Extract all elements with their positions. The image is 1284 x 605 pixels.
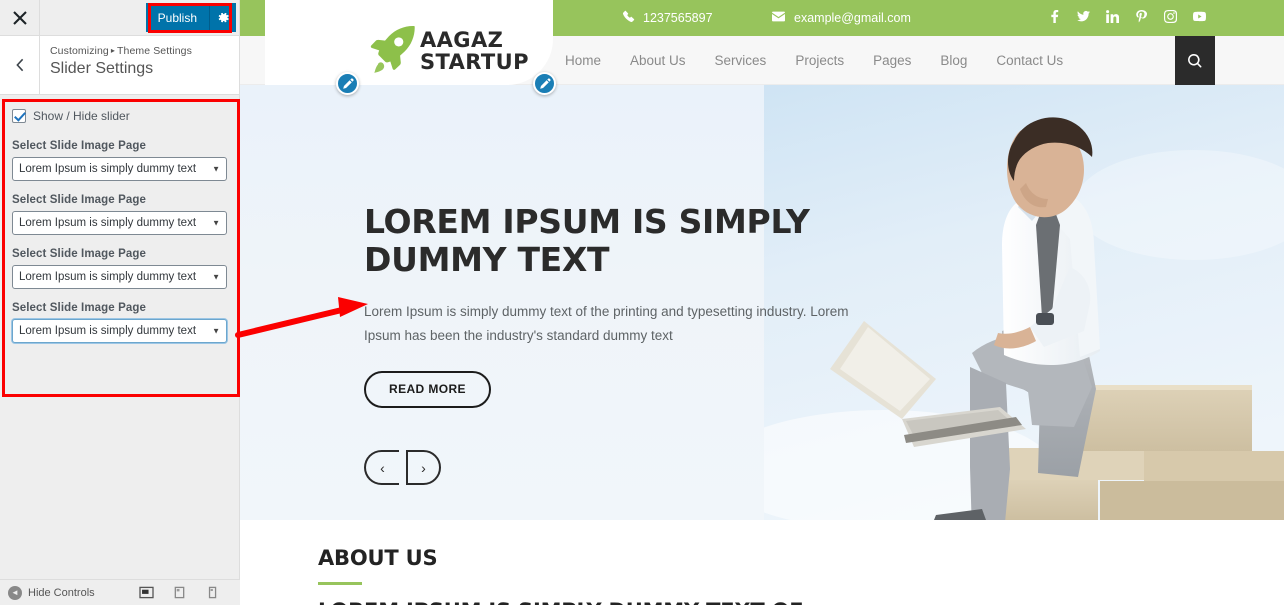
slide-page-select-3[interactable]: Lorem Ipsum is simply dummy text ▼	[12, 265, 227, 289]
search-button[interactable]	[1175, 36, 1215, 85]
search-icon	[1188, 53, 1202, 67]
hide-controls-label: Hide Controls	[28, 586, 95, 599]
customizer-topbar: Publish	[0, 0, 239, 36]
about-kicker: ABOUT US	[318, 546, 438, 570]
breadcrumb-separator: ▸	[110, 46, 115, 55]
about-heading: LOREM IPSUM IS SIMPLY DUMMY TEXT OF	[318, 599, 1284, 605]
brand-line-2: STARTUP	[420, 49, 529, 74]
pinterest-icon[interactable]	[1135, 10, 1148, 26]
collapse-icon: ◄	[8, 585, 22, 600]
linkedin-icon[interactable]	[1106, 10, 1120, 26]
instagram-icon[interactable]	[1164, 9, 1178, 26]
show-hide-slider-label: Show / Hide slider	[33, 109, 130, 123]
slide-field-4: Select Slide Image Page Lorem Ipsum is s…	[12, 302, 227, 343]
customizer-sidebar: Publish Customizing ▸ Theme Settings Slide…	[0, 0, 240, 605]
show-hide-slider-row[interactable]: Show / Hide slider	[12, 109, 227, 123]
youtube-icon[interactable]	[1193, 10, 1206, 26]
topbar-phone[interactable]: 1237565897	[622, 10, 713, 26]
brand-line-1: AAGAZ	[420, 27, 504, 52]
chevron-down-icon: ▼	[212, 272, 220, 282]
pencil-icon	[539, 77, 551, 89]
read-more-button[interactable]: READ MORE	[364, 370, 491, 408]
envelope-icon	[772, 10, 785, 26]
breadcrumb-root[interactable]: Customizing	[50, 45, 109, 57]
close-customizer-button[interactable]	[0, 0, 40, 35]
chevron-down-icon: ▼	[212, 218, 220, 228]
edit-menu-pin[interactable]	[533, 72, 556, 95]
hero-title: LOREM IPSUM IS SIMPLY DUMMY TEXT	[364, 202, 810, 280]
slide-field-1-label: Select Slide Image Page	[12, 140, 146, 152]
slide-page-select-3-value: Lorem Ipsum is simply dummy text	[19, 271, 197, 283]
breadcrumb-parent[interactable]: Theme Settings	[117, 45, 192, 57]
phone-icon	[622, 10, 635, 26]
publish-settings-button[interactable]	[210, 3, 236, 32]
nav-item-home[interactable]: Home	[565, 53, 601, 68]
slide-page-select-1-value: Lorem Ipsum is simply dummy text	[19, 163, 197, 175]
panel-titles: Customizing ▸ Theme Settings Slider Settin…	[40, 36, 192, 94]
site-preview: 1237565897 example@gmail.com AAGAZ START…	[240, 0, 1284, 605]
rocket-icon	[370, 25, 415, 73]
topbar-email[interactable]: example@gmail.com	[772, 10, 911, 26]
back-button[interactable]	[0, 36, 40, 94]
breadcrumb: Customizing ▸ Theme Settings	[50, 45, 192, 57]
slider-prev-button[interactable]: ‹	[364, 450, 399, 485]
publish-button[interactable]: Publish	[145, 3, 210, 32]
mobile-preview-icon[interactable]	[204, 586, 220, 600]
slide-page-select-1[interactable]: Lorem Ipsum is simply dummy text ▼	[12, 157, 227, 181]
desktop-preview-icon[interactable]	[138, 586, 154, 600]
customizer-controls: Show / Hide slider Select Slide Image Pa…	[0, 95, 239, 343]
hero-content: LOREM IPSUM IS SIMPLY DUMMY TEXT Lorem I…	[364, 202, 874, 408]
slide-page-select-2-value: Lorem Ipsum is simply dummy text	[19, 217, 197, 229]
edit-logo-pin[interactable]	[336, 72, 359, 95]
slide-page-select-4[interactable]: Lorem Ipsum is simply dummy text ▼	[12, 319, 227, 343]
nav-item-services[interactable]: Services	[715, 53, 767, 68]
slide-field-2: Select Slide Image Page Lorem Ipsum is s…	[12, 194, 227, 235]
close-icon	[12, 10, 27, 25]
customizer-footer: ◄ Hide Controls	[0, 579, 240, 605]
hero-slider: LOREM IPSUM IS SIMPLY DUMMY TEXT Lorem I…	[240, 85, 1284, 520]
nav-item-blog[interactable]: Blog	[940, 53, 967, 68]
brand-name: AAGAZ STARTUP	[420, 27, 529, 74]
customizer-panel-header: Customizing ▸ Theme Settings Slider Settin…	[0, 36, 239, 95]
slider-arrows: ‹ ›	[364, 450, 441, 485]
nav-item-projects[interactable]: Projects	[795, 53, 844, 68]
slide-page-select-2[interactable]: Lorem Ipsum is simply dummy text ▼	[12, 211, 227, 235]
slide-field-2-label: Select Slide Image Page	[12, 194, 146, 206]
gear-icon	[218, 12, 229, 23]
nav-item-contact-us[interactable]: Contact Us	[996, 53, 1063, 68]
social-links	[1048, 9, 1206, 26]
hide-controls-button[interactable]: ◄ Hide Controls	[8, 585, 95, 600]
page-title: Slider Settings	[50, 60, 154, 77]
about-section: ABOUT US LOREM IPSUM IS SIMPLY DUMMY TEX…	[240, 520, 1284, 605]
nav-item-pages[interactable]: Pages	[873, 53, 911, 68]
nav-item-about-us[interactable]: About Us	[630, 53, 686, 68]
tablet-preview-icon[interactable]	[171, 586, 187, 600]
site-logo[interactable]: AAGAZ STARTUP	[265, 0, 553, 85]
slide-page-select-4-value: Lorem Ipsum is simply dummy text	[19, 325, 197, 337]
twitter-icon[interactable]	[1077, 10, 1090, 26]
main-navigation: Home About Us Services Projects Pages Bl…	[565, 36, 1063, 85]
publish-group: Publish	[145, 3, 236, 32]
show-hide-slider-checkbox[interactable]	[12, 109, 26, 123]
chevron-left-icon	[15, 58, 23, 72]
hero-description: Lorem Ipsum is simply dummy text of the …	[364, 303, 849, 344]
chevron-down-icon: ▼	[212, 164, 220, 174]
slide-field-3-label: Select Slide Image Page	[12, 248, 146, 260]
chevron-down-icon: ▼	[212, 326, 220, 336]
site-navbar: AAGAZ STARTUP Home About Us Services Pro…	[240, 0, 1284, 95]
slider-next-button[interactable]: ›	[406, 450, 441, 485]
about-accent-rule	[318, 582, 362, 585]
slide-field-1: Select Slide Image Page Lorem Ipsum is s…	[12, 140, 227, 181]
email-address: example@gmail.com	[794, 11, 911, 25]
device-preview-group	[138, 586, 232, 600]
facebook-icon[interactable]	[1048, 10, 1061, 26]
pencil-icon	[342, 77, 354, 89]
slide-field-3: Select Slide Image Page Lorem Ipsum is s…	[12, 248, 227, 289]
phone-number: 1237565897	[643, 11, 713, 25]
slide-field-4-label: Select Slide Image Page	[12, 302, 146, 314]
